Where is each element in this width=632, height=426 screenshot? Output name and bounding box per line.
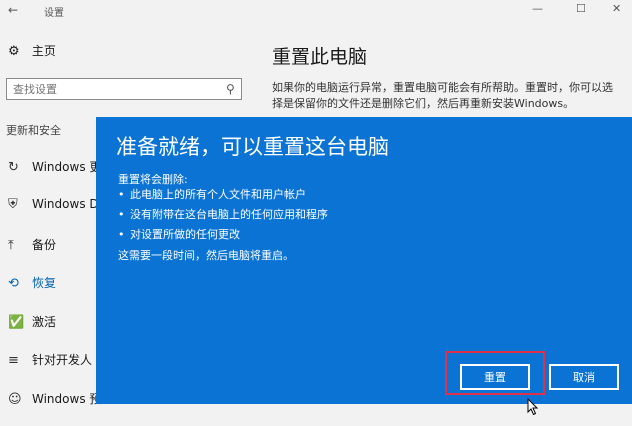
sidebar-item-label: Windows D xyxy=(32,197,99,211)
list-item: • 对设置所做的任何更改 xyxy=(118,228,240,241)
highlight-box xyxy=(445,351,545,395)
search-input[interactable] xyxy=(6,78,242,100)
sidebar-item-label: 激活 xyxy=(32,315,57,329)
shield-icon: ⛨ xyxy=(8,197,18,212)
title-bar: ← 设置 — ☐ ✕ xyxy=(0,0,632,22)
sidebar-item-insider[interactable]: ☺ Windows 预 xyxy=(8,390,101,407)
sidebar-item-backup[interactable]: ⤒ 备份 xyxy=(8,236,56,253)
minimize-icon[interactable]: — xyxy=(532,2,543,15)
list-item: • 没有附带在这台电脑上的任何应用和程序 xyxy=(118,208,328,221)
maximize-icon[interactable]: ☐ xyxy=(576,2,586,15)
page-description: 如果你的电脑运行异常，重置电脑可能会有所帮助。重置时，你可以选择是保留你的文件还… xyxy=(272,81,613,110)
dialog-heading: 准备就绪，可以重置这台电脑 xyxy=(116,135,389,159)
sidebar-item-label: 针对开发人 xyxy=(32,353,93,367)
home-label: 主页 xyxy=(31,44,56,58)
close-icon[interactable]: ✕ xyxy=(612,2,621,15)
sidebar-item-developers[interactable]: ≡ 针对开发人 xyxy=(8,351,92,368)
mouse-cursor-icon xyxy=(527,398,539,416)
recovery-icon: ⟲ xyxy=(8,276,19,291)
backup-arrow-icon: ⤒ xyxy=(8,238,14,253)
sidebar-item-activation[interactable]: ✅ 激活 xyxy=(8,313,56,330)
section-title: 更新和安全 xyxy=(6,124,61,137)
dialog-note: 这需要一段时间，然后电脑将重启。 xyxy=(118,249,294,262)
refresh-icon: ↻ xyxy=(8,160,19,175)
list-item: • 此电脑上的所有个人文件和用户帐户 xyxy=(118,188,306,201)
sidebar-home[interactable]: ⚙ 主页 xyxy=(8,42,56,59)
back-arrow-icon[interactable]: ← xyxy=(8,3,18,17)
search-icon[interactable]: ⚲ xyxy=(226,82,235,96)
sidebar-item-windows-update[interactable]: ↻ Windows 更 xyxy=(8,158,101,175)
window-title: 设置 xyxy=(44,8,64,19)
sidebar-item-recovery[interactable]: ⟲ 恢复 xyxy=(8,274,56,291)
sidebar-item-label: Windows 预 xyxy=(32,392,102,406)
sidebar-item-windows-defender[interactable]: ⛨ Windows D xyxy=(8,197,99,212)
sidebar-item-label: 备份 xyxy=(32,238,57,252)
removal-list: • 此电脑上的所有个人文件和用户帐户 • 没有附带在这台电脑上的任何应用和程序 • 对… xyxy=(118,185,328,245)
developer-icon: ≡ xyxy=(8,353,19,368)
sidebar-item-label: 恢复 xyxy=(32,276,57,290)
windows-insider-icon: ☺ xyxy=(8,392,22,407)
check-circle-icon: ✅ xyxy=(8,315,25,330)
cancel-button[interactable]: 取消 xyxy=(549,364,619,390)
reset-dialog: 准备就绪，可以重置这台电脑 重置将会删除: • 此电脑上的所有个人文件和用户帐户 … xyxy=(96,117,632,404)
sidebar-item-label: Windows 更 xyxy=(32,160,102,174)
page-title: 重置此电脑 xyxy=(272,46,368,68)
gear-icon: ⚙ xyxy=(8,44,20,59)
